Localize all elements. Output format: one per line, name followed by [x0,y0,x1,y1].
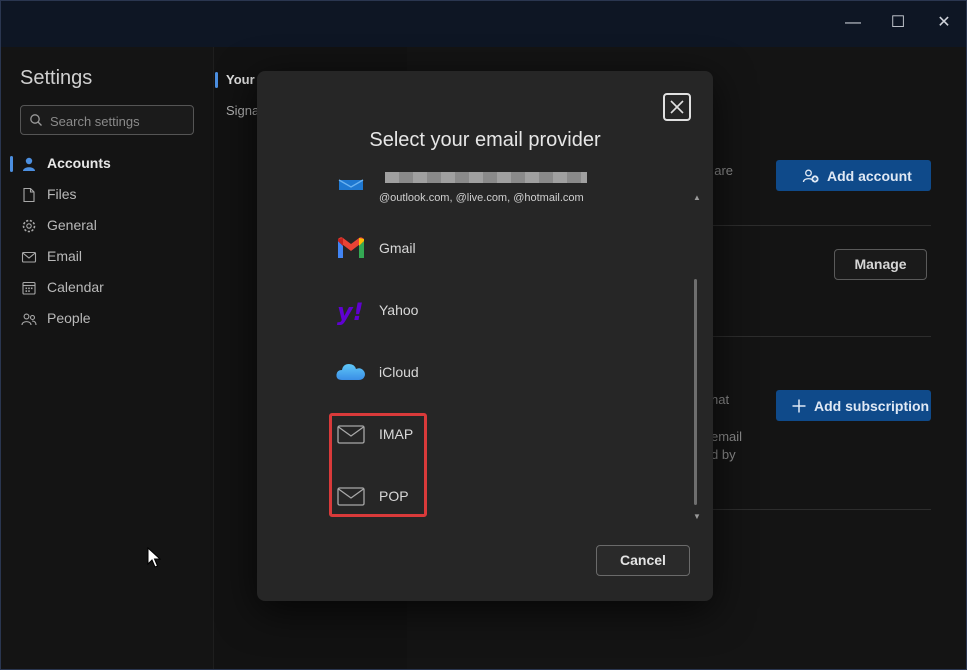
subnav-item-your-accounts[interactable]: Your [226,72,255,87]
add-person-icon [802,169,819,183]
icloud-icon [336,364,365,380]
add-account-label: Add account [827,168,912,184]
sidebar-item-general[interactable]: General [1,213,213,239]
close-icon [670,100,684,114]
provider-name: iCloud [379,364,419,380]
provider-subtitle: @outlook.com, @live.com, @hotmail.com [379,192,584,204]
provider-icloud[interactable]: iCloud [335,352,675,392]
svg-text:y!: y! [337,298,364,326]
sidebar-item-label: Accounts [47,155,111,171]
file-icon [23,187,35,203]
mail-icon [21,251,37,263]
sidebar-item-files[interactable]: Files [1,182,213,208]
sidebar-item-calendar[interactable]: Calendar [1,275,213,301]
search-settings-box[interactable] [20,105,194,135]
search-icon [30,114,42,126]
settings-sidebar: Settings Accounts Files [1,47,213,669]
dialog-close-button[interactable] [663,93,691,121]
active-indicator [10,156,13,172]
provider-yahoo[interactable]: y! Yahoo [335,290,675,330]
active-indicator [215,72,218,88]
sidebar-item-email[interactable]: Email [1,244,213,270]
sidebar-item-label: General [47,217,97,233]
sidebar-item-people[interactable]: People [1,306,213,332]
sidebar-item-label: People [47,310,91,326]
sidebar-item-accounts[interactable]: Accounts [1,151,213,177]
sidebar-item-label: Email [47,248,83,264]
maximize-button[interactable]: ☐ [886,11,910,35]
outlook-icon [338,179,364,190]
scrollbar-thumb[interactable] [694,279,697,505]
settings-title: Settings [20,67,93,89]
app-window: — ☐ ✕ Settings Accounts Files [0,0,967,670]
add-account-button[interactable]: Add account [776,160,931,191]
calendar-icon [22,281,36,295]
close-window-button[interactable]: ✕ [932,11,956,35]
text-fragment: email [711,429,743,444]
people-icon [21,313,37,326]
divider [707,336,931,337]
scroll-up-arrow[interactable]: ▲ [693,193,701,202]
provider-name: Gmail [379,240,416,256]
person-icon [23,157,35,171]
scroll-down-arrow[interactable]: ▼ [693,512,701,521]
plus-icon [792,399,806,413]
add-subscription-label: Add subscription [814,398,930,414]
select-provider-dialog: Select your email provider @outlook.com,… [257,71,713,601]
subnav-item-signatures[interactable]: Signa [226,103,259,118]
manage-button[interactable]: Manage [834,249,927,280]
provider-gmail[interactable]: Gmail [335,228,675,268]
minimize-button[interactable]: — [841,11,865,35]
redacted-email-address [385,172,587,183]
gear-icon [22,219,36,233]
provider-name: Yahoo [379,302,419,318]
mouse-cursor-icon [147,547,161,568]
sidebar-item-label: Files [47,186,77,202]
divider [707,225,931,226]
gmail-icon [338,237,364,258]
search-settings-input[interactable] [48,111,192,131]
sidebar-item-label: Calendar [47,279,104,295]
divider [707,509,931,510]
add-subscription-button[interactable]: Add subscription [776,390,931,421]
highlight-box [329,413,427,517]
title-bar: — ☐ ✕ [1,1,966,47]
yahoo-icon: y! [337,298,364,326]
text-fragment: d by [711,447,736,462]
text-fragment: hat [711,392,730,407]
cancel-button[interactable]: Cancel [596,545,690,576]
dialog-title: Select your email provider [369,129,601,151]
